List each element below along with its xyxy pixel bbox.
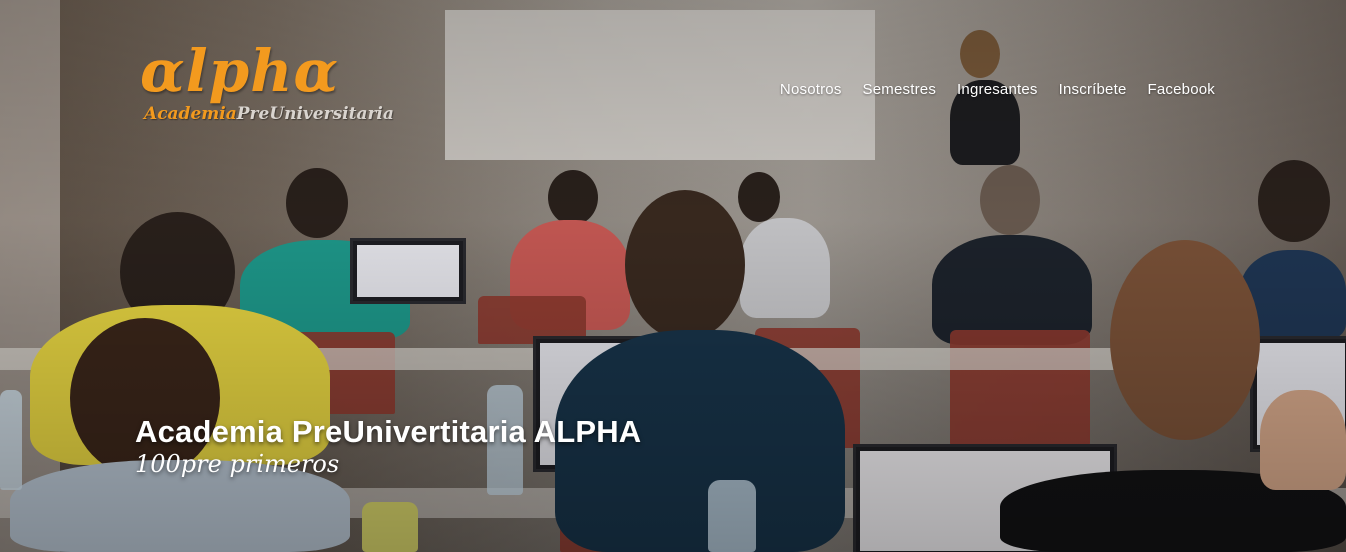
logo-subtitle: AcademiaPreUniversitaria <box>144 104 394 124</box>
hero-caption: Academia PreUnivertitaria ALPHA 100pre p… <box>135 414 641 478</box>
site-logo[interactable]: αlphα AcademiaPreUniversitaria <box>140 40 400 130</box>
nav-link-semestres[interactable]: Semestres <box>863 81 937 98</box>
nav-link-inscribete[interactable]: Inscríbete <box>1059 81 1127 98</box>
nav-link-nosotros[interactable]: Nosotros <box>780 81 842 98</box>
hero-banner: αlphα AcademiaPreUniversitaria Nosotros … <box>0 0 1346 552</box>
main-nav: Nosotros Semestres Ingresantes Inscríbet… <box>780 81 1215 98</box>
nav-link-facebook[interactable]: Facebook <box>1148 81 1215 98</box>
hero-title: Academia PreUnivertitaria ALPHA <box>135 414 642 449</box>
hero-tagline: 100pre primeros <box>135 450 340 478</box>
logo-wordmark: αlphα <box>140 37 340 105</box>
logo-subtitle-part1: Academia <box>144 104 237 124</box>
logo-subtitle-part2: PreUniversitaria <box>236 104 394 124</box>
nav-link-ingresantes[interactable]: Ingresantes <box>957 81 1038 98</box>
